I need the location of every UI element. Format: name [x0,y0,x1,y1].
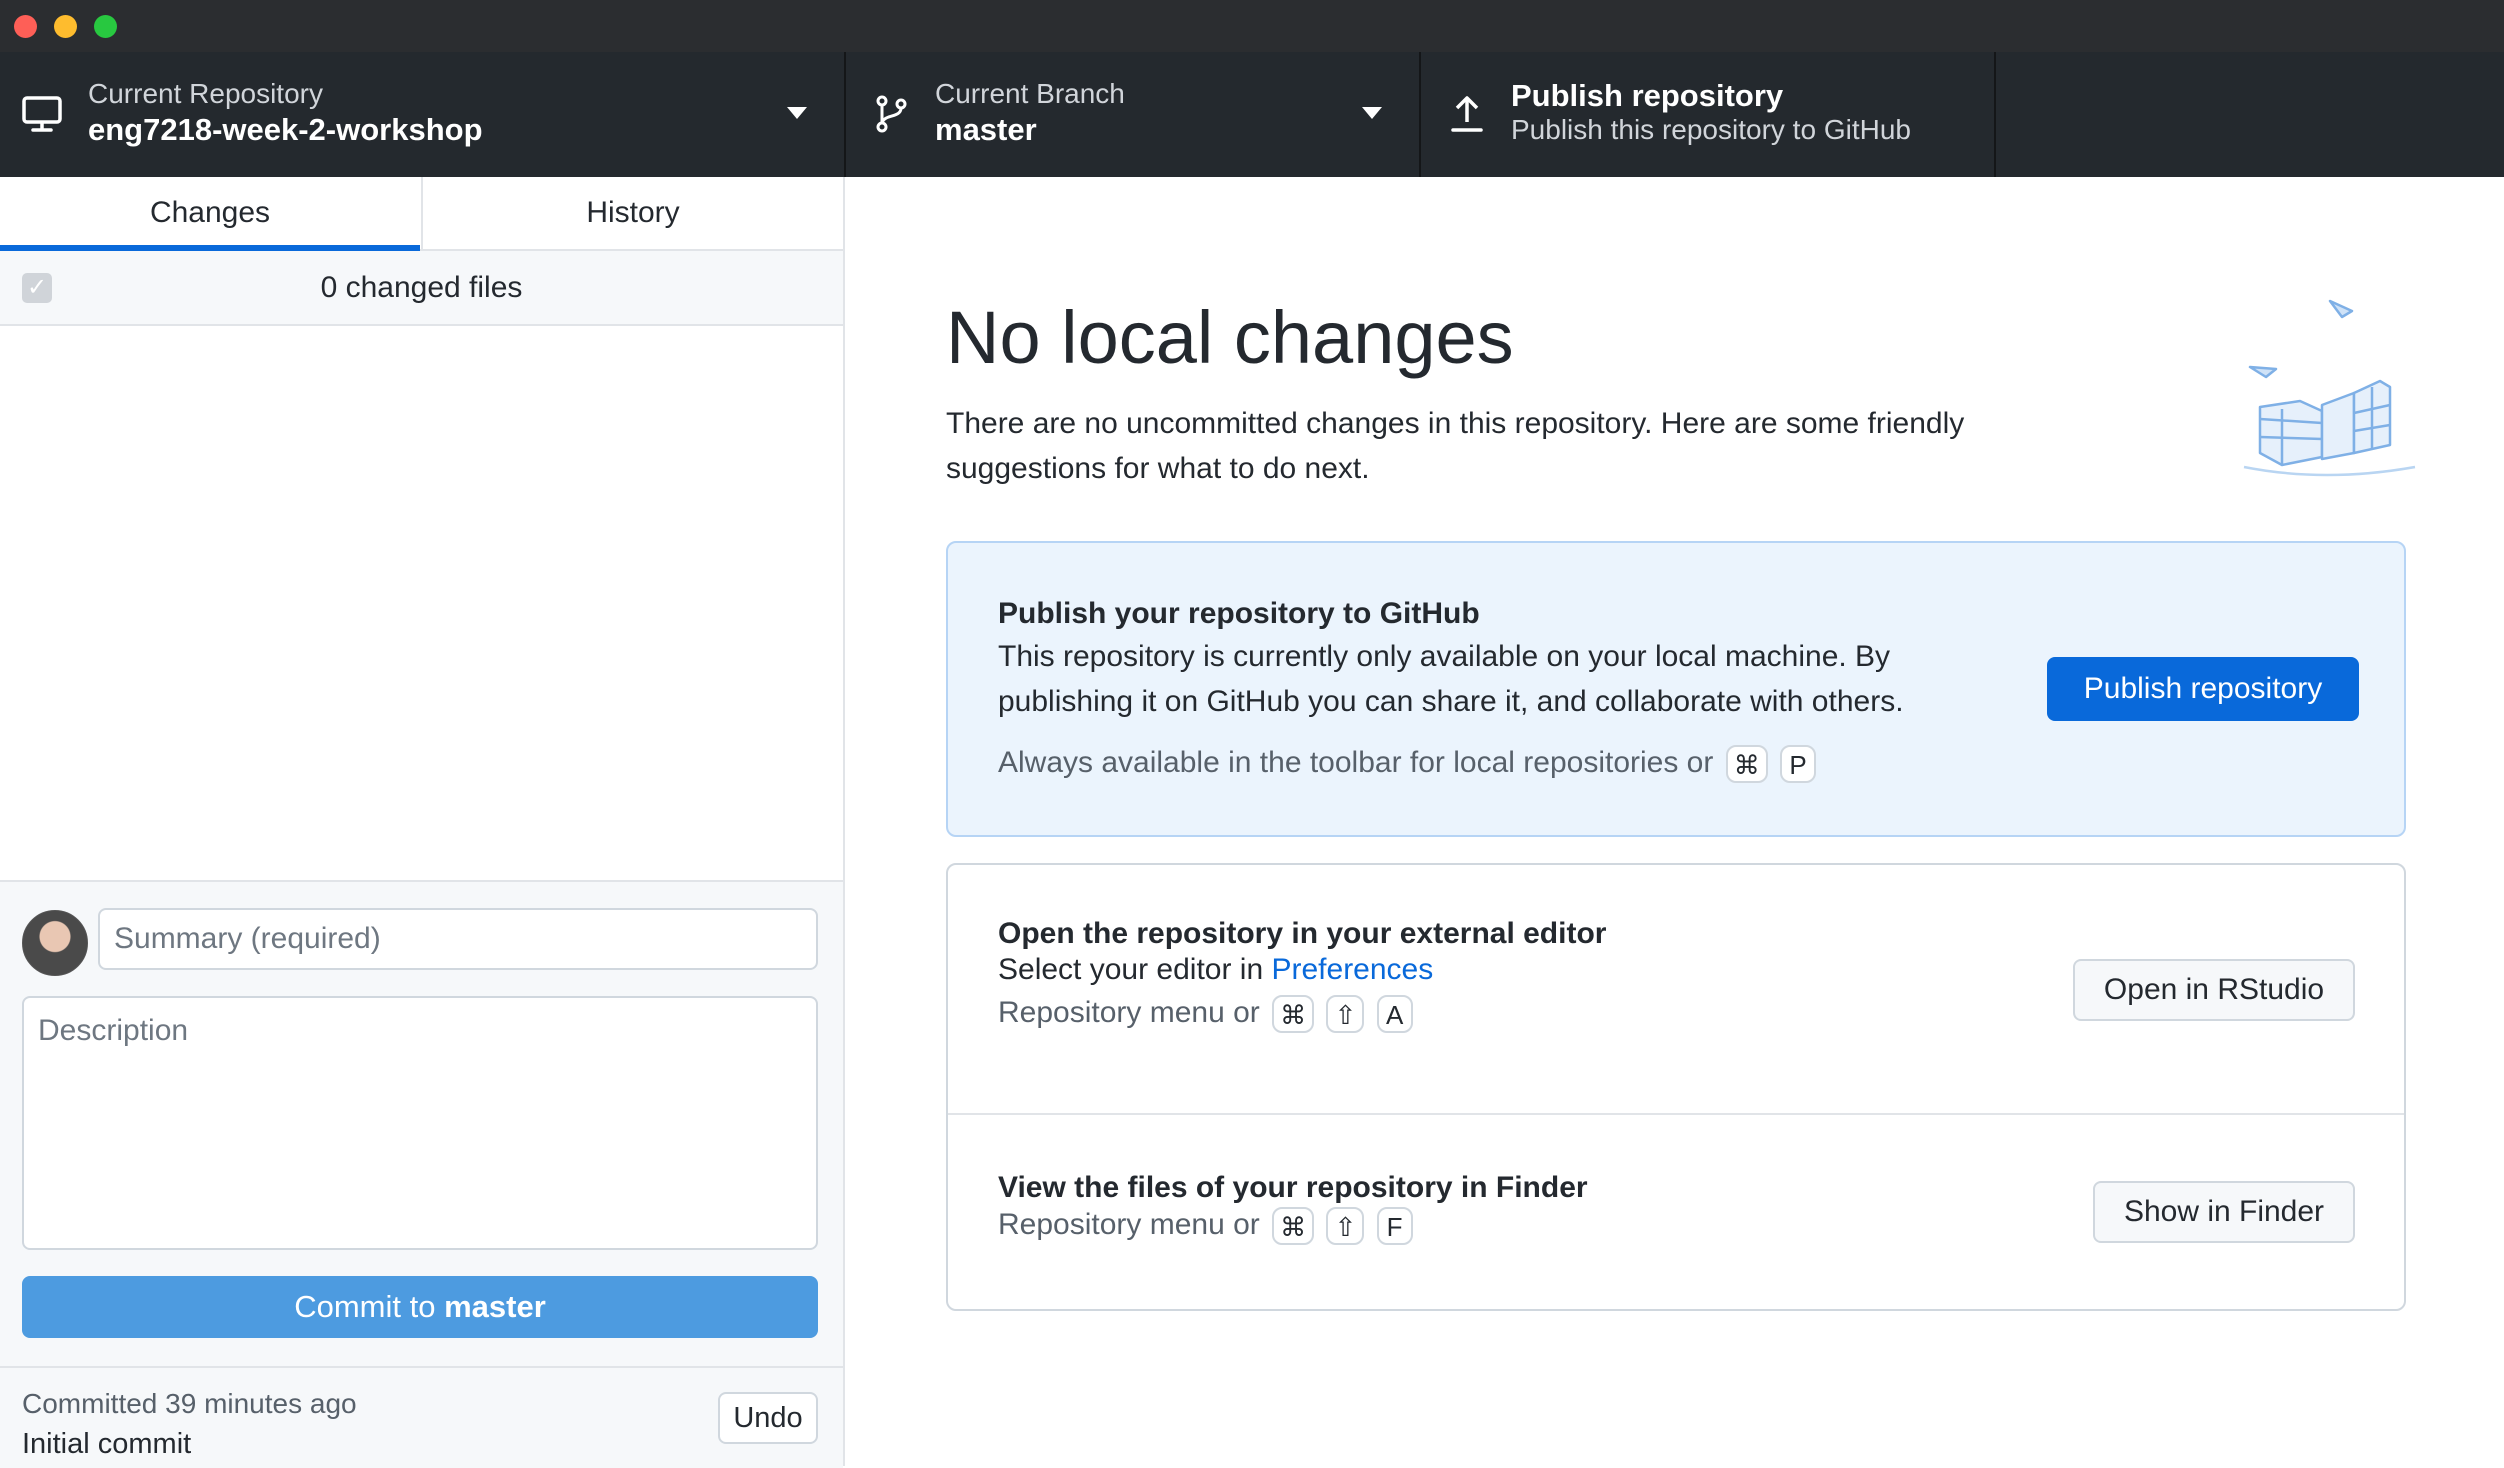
minimize-window-button[interactable] [54,15,77,38]
current-branch-dropdown[interactable]: Current Branch master [846,52,1421,177]
shift-key-icon: ⇧ [1326,1207,1365,1245]
select-all-checkbox[interactable]: ✓ [22,273,52,303]
command-key-icon: ⌘ [1272,1207,1315,1245]
tab-history[interactable]: History [421,177,843,249]
f-key: F [1376,1207,1413,1245]
desktop-computer-icon [22,96,62,132]
branch-label: Current Branch [935,78,1125,109]
finder-card-shortcut-hint: Repository menu or ⌘ ⇧ F [998,1207,1413,1245]
commit-button-prefix: Commit to [294,1289,436,1324]
page-title: No local changes [946,296,1514,379]
zoom-window-button[interactable] [94,15,117,38]
editor-card-description: Select your editor in Preferences [998,947,1998,992]
repository-label: Current Repository [88,78,323,109]
publish-repository-button[interactable]: Publish repository [2047,657,2359,721]
git-branch-icon [876,95,907,133]
window-titlebar [0,0,2504,53]
undo-button[interactable]: Undo [718,1392,818,1444]
preferences-link[interactable]: Preferences [1271,953,1433,986]
last-commit-time: Committed 39 minutes ago [22,1388,357,1419]
last-commit-panel: Committed 39 minutes ago Initial commit … [0,1366,843,1468]
commit-button-branch: master [444,1289,546,1324]
finder-card-title: View the files of your repository in Fin… [998,1171,1588,1204]
avatar [22,910,88,976]
repository-name: eng7218-week-2-workshop [88,112,483,147]
changed-files-count: 0 changed files [320,271,523,304]
finder-hint-text: Repository menu or [998,1207,1260,1241]
sidebar-tabs: Changes History [0,177,843,251]
branch-name: master [935,112,1037,147]
page-subtitle: There are no uncommitted changes in this… [946,407,1965,485]
command-key-icon: ⌘ [1272,995,1315,1033]
suggestions-card: Open the repository in your external edi… [946,863,2406,1311]
publish-card-hint-text: Always available in the toolbar for loca… [998,745,1714,779]
description-input[interactable] [22,996,818,1250]
publish-card-description: This repository is currently only availa… [998,640,1904,718]
p-key: P [1780,745,1817,783]
empty-state-illustration [2243,299,2416,477]
close-window-button[interactable] [14,15,37,38]
summary-input[interactable] [98,908,818,970]
publish-toolbar-subtitle: Publish this repository to GitHub [1511,114,1911,145]
upload-arrow-icon [1451,96,1483,132]
commit-button[interactable]: Commit to master [22,1276,818,1338]
command-key-icon: ⌘ [1725,745,1768,783]
chevron-down-icon [787,107,807,119]
editor-card-title: Open the repository in your external edi… [998,917,1607,950]
a-key: A [1376,995,1413,1033]
show-in-finder-row: View the files of your repository in Fin… [948,1115,2404,1309]
publish-card-shortcut-hint: Always available in the toolbar for loca… [998,745,1817,783]
chevron-down-icon [1362,107,1382,119]
shift-key-icon: ⇧ [1326,995,1365,1033]
toolbar: Current Repository eng7218-week-2-worksh… [0,52,2504,177]
open-editor-row: Open the repository in your external edi… [948,865,2404,1115]
commit-form: Commit to master [0,880,843,1368]
show-in-finder-button[interactable]: Show in Finder [2093,1181,2355,1243]
current-repository-dropdown[interactable]: Current Repository eng7218-week-2-worksh… [0,52,846,177]
open-in-rstudio-button[interactable]: Open in RStudio [2073,959,2355,1021]
tab-changes[interactable]: Changes [0,177,420,251]
main-pane: No local changes There are no uncommitte… [845,177,2504,1466]
changed-files-header: 0 changed files ✓ [0,251,843,326]
checkmark-icon: ✓ [26,274,48,301]
publish-repository-card: Publish your repository to GitHub This r… [946,541,2406,837]
editor-hint-text: Repository menu or [998,995,1260,1029]
last-commit-message: Initial commit [22,1428,192,1460]
editor-desc-prefix: Select your editor in [998,953,1264,986]
sidebar: Changes History 0 changed files ✓ Commit… [0,177,845,1468]
editor-card-shortcut-hint: Repository menu or ⌘ ⇧ A [998,995,1413,1033]
publish-card-title: Publish your repository to GitHub [998,597,1480,630]
publish-repository-toolbar-button[interactable]: Publish repository Publish this reposito… [1421,52,1996,177]
publish-toolbar-title: Publish repository [1511,78,1784,113]
